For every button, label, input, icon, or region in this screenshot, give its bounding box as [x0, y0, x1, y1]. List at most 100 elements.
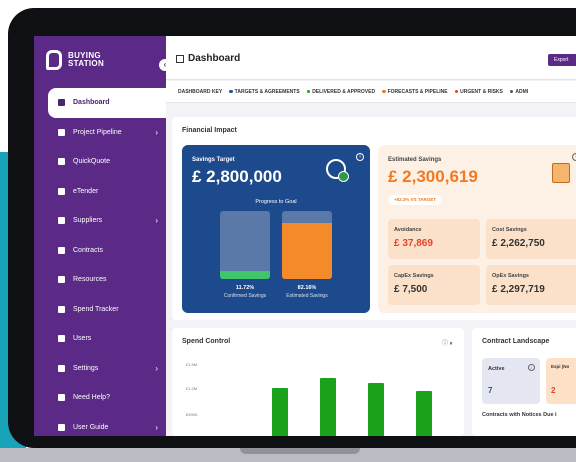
dashboard-key-label: DASHBOARD KEY	[178, 88, 223, 95]
sidebar-item-label: Suppliers	[73, 217, 103, 225]
notices-due-text: Contracts with Notices Due i	[482, 412, 557, 418]
brand-logo[interactable]: BUYING STATION	[46, 50, 104, 70]
key-dot-icon	[382, 89, 386, 94]
sidebar-item-suppliers[interactable]: Suppliers ›	[34, 206, 166, 236]
sidebar-item-etender[interactable]: eTender	[34, 177, 166, 207]
expiring-contracts-tile[interactable]: Expi (No 2	[546, 358, 576, 404]
nav-icon	[58, 423, 65, 431]
opex-savings-value: £ 2,297,719	[492, 284, 545, 295]
nav-icon	[58, 276, 65, 284]
active-contracts-label: Active	[488, 366, 505, 372]
spend-control-actions-icon[interactable]: ⓘ ⏸	[442, 338, 453, 348]
sidebar-item-spend-tracker[interactable]: Spend Tracker	[34, 295, 166, 325]
y-tick-label: £1.5M	[186, 362, 198, 367]
sidebar-item-label: Resources	[73, 276, 107, 284]
sidebar-item-contracts[interactable]: Contracts	[34, 236, 166, 266]
sidebar-item-label: QuickQuote	[73, 158, 110, 166]
financial-impact-card: Financial Impact Savings Target £ 2,800,…	[172, 117, 576, 320]
savings-target-value: £ 2,800,000	[192, 167, 282, 186]
estimated-savings-bar	[282, 211, 332, 279]
key-dot-icon	[229, 89, 233, 94]
key-item-label: URGENT & RISKS	[460, 88, 503, 95]
sidebar-item-label: Contracts	[73, 246, 103, 254]
brand-line2: STATION	[68, 59, 105, 68]
brand-text: BUYING STATION	[68, 52, 104, 68]
info-icon[interactable]: i	[528, 364, 535, 371]
trend-badge: +82.2% VS TARGET	[388, 195, 443, 205]
sidebar-item-label: Need Help?	[73, 394, 110, 402]
spend-bar[interactable]	[272, 388, 288, 436]
spend-control-title: Spend Control	[182, 338, 231, 345]
collapse-sidebar-button[interactable]: ‹	[159, 59, 171, 71]
sidebar-item-user-guide[interactable]: User Guide ›	[34, 413, 166, 437]
sidebar-item-label: Spend Tracker	[73, 305, 119, 313]
spend-bar[interactable]	[368, 382, 384, 436]
spend-control-card: Spend Control ⓘ ⏸ £1.5M £1.2M £900K	[172, 328, 464, 436]
sidebar-item-users[interactable]: Users	[34, 324, 166, 354]
chevron-right-icon: ›	[155, 422, 158, 432]
y-tick-label: £900K	[186, 412, 198, 417]
key-dot-icon	[509, 89, 514, 94]
contract-landscape-card: Contract Landscape Active i 7 Expi (No 2…	[472, 328, 576, 436]
page-title: Dashboard	[188, 53, 241, 64]
avoidance-value: £ 37,869	[394, 238, 433, 249]
sidebar-item-need-help[interactable]: Need Help?	[34, 383, 166, 413]
sidebar-item-label: Users	[73, 335, 92, 343]
estimated-savings-fill	[282, 223, 332, 279]
key-item: DELIVERED & APPROVED	[306, 89, 375, 95]
sidebar-item-project-pipeline[interactable]: Project Pipeline ›	[34, 118, 166, 148]
stage: BUYING STATION Dashboard Project Pipeline…	[0, 0, 576, 462]
savings-target-card: Savings Target £ 2,800,000 i Progress to…	[182, 145, 370, 313]
key-item-label: FORECASTS & PIPELINE	[387, 88, 448, 95]
nav-icon	[58, 128, 65, 136]
spend-bar[interactable]	[416, 390, 432, 436]
expiring-contracts-label: Expi (No	[551, 364, 570, 369]
sidebar-item-label: User Guide	[73, 423, 109, 431]
confirmed-savings-bar	[220, 211, 270, 279]
opex-savings-label: OpEx Savings	[492, 273, 529, 279]
header: Dashboard Export	[166, 36, 576, 80]
estimated-savings-label: Estimated Savings	[388, 157, 442, 163]
capex-savings-label: CapEx Savings	[394, 273, 434, 279]
dashboard-key: DASHBOARD KEY TARGETS & AGREEMENTS DELIVE…	[166, 81, 576, 103]
nav-icon	[58, 217, 65, 225]
key-dot-icon	[306, 89, 311, 94]
laptop-notch	[240, 448, 360, 454]
cost-savings-label: Cost Savings	[492, 227, 527, 233]
cost-savings-tile: Cost Savings £ 2,262,750	[486, 219, 576, 259]
export-button[interactable]: Export	[548, 54, 576, 66]
brand-mark-icon	[46, 50, 62, 70]
estimated-savings-card: Estimated Savings £ 2,300,619 i +82.2% V…	[378, 145, 576, 313]
opex-savings-tile: OpEx Savings £ 2,297,719	[486, 265, 576, 305]
sidebar: BUYING STATION Dashboard Project Pipeline…	[34, 36, 166, 436]
savings-target-label: Savings Target	[192, 157, 235, 163]
info-icon[interactable]: i	[356, 153, 364, 161]
app-screen: BUYING STATION Dashboard Project Pipeline…	[34, 36, 576, 436]
avoidance-label: Avoidance	[394, 227, 422, 233]
info-icon[interactable]: i	[572, 153, 576, 161]
estimated-savings-pct: 82.16%	[297, 285, 317, 291]
sidebar-item-settings[interactable]: Settings ›	[34, 354, 166, 384]
sidebar-item-quickquote[interactable]: QuickQuote	[34, 147, 166, 177]
nav-icon	[58, 305, 65, 313]
chevron-right-icon: ›	[155, 127, 158, 137]
nav-icon	[58, 394, 65, 402]
avoidance-tile: Avoidance £ 37,869	[388, 219, 480, 259]
active-contracts-value: 7	[488, 386, 493, 395]
expiring-contracts-value: 2	[551, 386, 556, 395]
nav-icon	[58, 246, 65, 254]
dashboard-key-items: TARGETS & AGREEMENTS DELIVERED & APPROVED…	[229, 89, 528, 95]
key-item: TARGETS & AGREEMENTS	[229, 89, 300, 95]
laptop-base	[0, 448, 576, 462]
sidebar-item-dashboard[interactable]: Dashboard	[48, 88, 166, 118]
sidebar-item-resources[interactable]: Resources	[34, 265, 166, 295]
spend-bar[interactable]	[320, 377, 336, 436]
active-contracts-tile[interactable]: Active i 7	[482, 358, 540, 404]
sidebar-item-label: eTender	[73, 187, 99, 195]
capex-savings-value: £ 7,500	[394, 284, 428, 295]
estimated-savings-value: £ 2,300,619	[388, 167, 478, 186]
key-item: URGENT & RISKS	[454, 88, 503, 95]
contract-landscape-title: Contract Landscape	[482, 338, 550, 345]
progress-to-goal-label: Progress to Goal	[255, 199, 297, 205]
main-content: Dashboard Export DASHBOARD KEY TARGETS &…	[166, 36, 576, 436]
